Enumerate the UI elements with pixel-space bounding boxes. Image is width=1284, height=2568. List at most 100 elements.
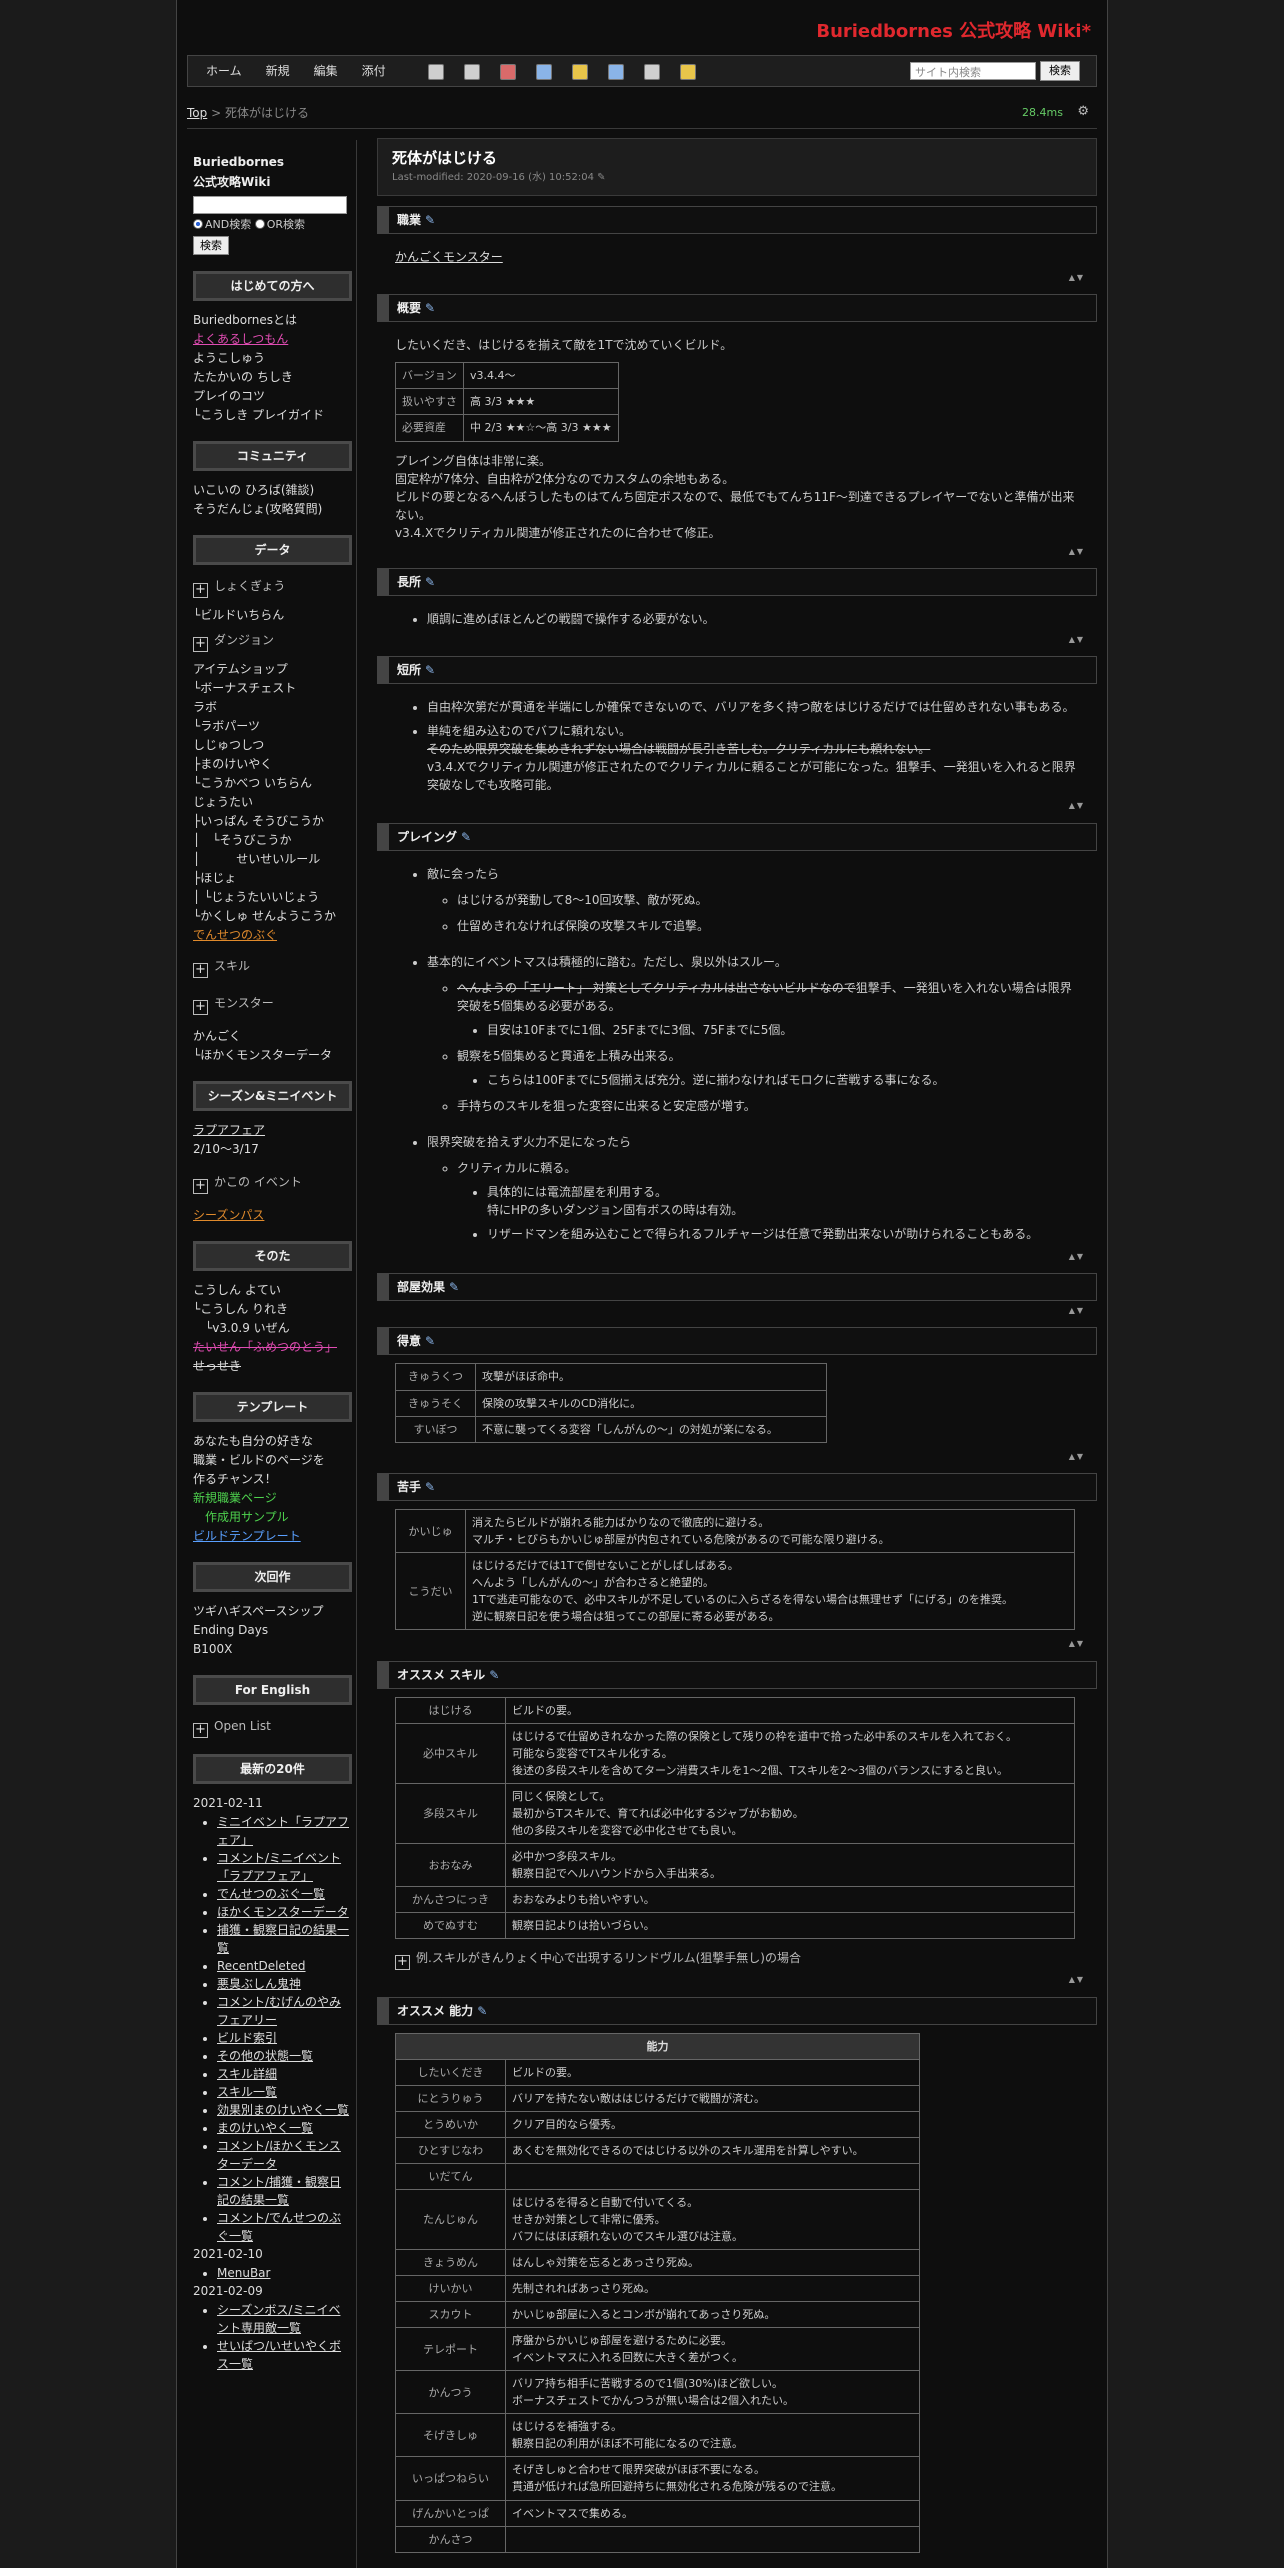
sidebar-link[interactable]: ビルドテンプレート [193,1527,352,1546]
plus-icon[interactable]: + [193,637,208,653]
recent-item[interactable]: ミニイベント「ラプアフェア」 [217,1813,352,1849]
page-top-anchor-icon[interactable]: ▲▼ [377,1638,1085,1650]
page-top-anchor-icon[interactable]: ▲▼ [377,1451,1085,1463]
plus-icon[interactable]: + [395,1955,410,1971]
page-top-anchor-icon[interactable]: ▲▼ [377,1305,1085,1317]
edit-pencil-icon[interactable]: ✎ [425,575,435,589]
menu-edit[interactable]: 編集 [314,62,338,81]
menu-new[interactable]: 新規 [266,62,290,81]
plus-icon[interactable]: + [193,963,208,979]
sidebar-link[interactable]: シーズンパス [193,1206,352,1225]
edit-pencil-icon[interactable]: ✎ [425,663,435,677]
sidebar-link[interactable]: いこいの ひろば(雑談) [193,481,352,500]
sidebar-link[interactable]: ├いっぱん そうびこうか [193,812,352,831]
plus-icon[interactable]: + [193,583,208,599]
sidebar-link[interactable]: │ └じょうたいいじょう [193,888,352,907]
sidebar-link[interactable]: └ほかくモンスターデータ [193,1046,352,1065]
page-top-anchor-icon[interactable]: ▲▼ [377,634,1085,646]
sidebar-link[interactable]: Buriedbornesとは [193,311,352,330]
page-top-anchor-icon[interactable]: ▲▼ [377,272,1085,284]
diff-icon[interactable] [500,64,516,80]
sidebar-link[interactable]: 新規職業ページ [193,1489,352,1508]
sidebar-link[interactable]: ├ほじょ [193,869,352,888]
recent-item[interactable]: スキル詳細 [217,2065,352,2083]
sidebar-link[interactable]: せっせき [193,1357,352,1376]
recent-item[interactable]: コメント/ミニイベント「ラプアフェア」 [217,1849,352,1885]
site-title[interactable]: Buriedbornes 公式攻略 Wiki* [816,18,1091,46]
sidebar-link[interactable]: アイテムショップ [193,660,352,679]
help-icon[interactable] [680,64,696,80]
edit-icon[interactable]: ✎ [597,172,605,183]
sidebar-link[interactable]: └v3.0.9 いぜん [193,1319,352,1338]
edit-pencil-icon[interactable]: ✎ [461,830,471,844]
sidebar-link[interactable]: かんごく [193,1027,352,1046]
recent-item[interactable]: コメント/むげんのやみ フェアリー [217,1993,352,2029]
page-icon[interactable] [464,64,480,80]
page-top-anchor-icon[interactable]: ▲▼ [377,1974,1085,1986]
recent-item[interactable]: スキル一覧 [217,2083,352,2101]
sidebar-link[interactable]: そうだんじょ(攻略質問) [193,500,352,519]
recent-item[interactable]: コメント/ほかくモンスターデータ [217,2137,352,2173]
sidebar-link[interactable]: └かくしゅ せんようこうか [193,907,352,926]
plus-icon[interactable]: + [193,1179,208,1195]
recent-item[interactable]: せいばつ/いせいやくボス一覧 [217,2337,352,2373]
edit-pencil-icon[interactable]: ✎ [425,301,435,315]
recent-item[interactable]: ほかくモンスターデータ [217,1903,352,1921]
site-search-button[interactable]: 検索 [1040,61,1080,81]
expand-skill[interactable]: + スキル [193,955,352,979]
expand-past-events[interactable]: + かこの イベント [193,1171,352,1195]
sidebar-search-button[interactable]: 検索 [193,236,229,256]
recent-item[interactable]: 効果別まのけいやく一覧 [217,2101,352,2119]
breadcrumb-top[interactable]: Top [187,106,207,120]
recent-item[interactable]: RecentDeleted [217,1957,352,1975]
recent-icon[interactable] [644,64,660,80]
page-top-anchor-icon[interactable]: ▲▼ [377,1251,1085,1263]
edit-pencil-icon[interactable]: ✎ [425,213,435,227]
sidebar-link[interactable]: ツギハギスペースシップ [193,1602,352,1621]
page-top-anchor-icon[interactable]: ▲▼ [377,546,1085,558]
recent-item[interactable]: でんせつのぶぐ一覧 [217,1885,352,1903]
sidebar-link[interactable]: └こうかべつ いちらん [193,774,352,793]
edit-pencil-icon[interactable]: ✎ [425,1480,435,1494]
list-icon[interactable] [608,64,624,80]
recent-item[interactable]: コメント/でんせつのぶぐ一覧 [217,2209,352,2245]
menu-attach[interactable]: 添付 [362,62,386,81]
sidebar-link[interactable]: たたかいの ちしき [193,368,352,387]
sidebar-link[interactable]: ラボ [193,698,352,717]
sidebar-link[interactable]: たいせん「ふめつのとう」 [193,1338,352,1357]
menu-home[interactable]: ホーム [206,62,242,81]
sidebar-link[interactable]: └こうしん りれき [193,1300,352,1319]
recent-item[interactable]: MenuBar [217,2264,352,2282]
sidebar-link[interactable]: ├まのけいやく [193,755,352,774]
edit-pencil-icon[interactable]: ✎ [449,1280,459,1294]
site-search-input[interactable]: サイト内検索 [910,62,1036,80]
recent-item[interactable]: まのけいやく一覧 [217,2119,352,2137]
plus-icon[interactable]: + [193,1000,208,1016]
and-radio[interactable] [193,219,203,229]
recent-item[interactable]: コメント/捕獲・観察日記の結果一覧 [217,2173,352,2209]
sidebar-link[interactable]: └ビルドいちらん [193,606,352,625]
sidebar-link[interactable]: ようこしゅう [193,349,352,368]
gear-icon[interactable]: ⚙ [1077,102,1089,122]
recent-item[interactable]: ビルド索引 [217,2029,352,2047]
sidebar-link[interactable]: Ending Days [193,1621,352,1640]
recent-item[interactable]: 捕獲・観察日記の結果一覧 [217,1921,352,1957]
sidebar-link[interactable]: しじゅつしつ [193,736,352,755]
plus-icon[interactable]: + [193,1723,208,1739]
sidebar-link[interactable]: B100X [193,1640,352,1659]
sidebar-link[interactable]: じょうたい [193,793,352,812]
sidebar-link[interactable]: └こうしき プレイガイド [193,406,352,425]
expand-jobs[interactable]: + しょくぎょう [193,575,352,599]
or-radio[interactable] [254,219,265,229]
sidebar-link[interactable]: でんせつのぶぐ [193,926,352,945]
edit-pencil-icon[interactable]: ✎ [477,2004,487,2018]
backup-icon[interactable] [536,64,552,80]
sidebar-link[interactable]: 作成用サンプル [193,1508,352,1527]
expand-monster[interactable]: + モンスター [193,992,352,1016]
sidebar-link[interactable]: プレイのコツ [193,387,352,406]
expand-skill-example[interactable]: + 例.スキルがきんりょく中心で出現するリンドヴルム(狙撃手無し)の場合 [395,1947,1079,1971]
rename-icon[interactable] [572,64,588,80]
expand-dungeon[interactable]: + ダンジョン [193,629,352,653]
edit-pencil-icon[interactable]: ✎ [489,1668,499,1682]
sidebar-link[interactable]: よくあるしつもん [193,330,352,349]
